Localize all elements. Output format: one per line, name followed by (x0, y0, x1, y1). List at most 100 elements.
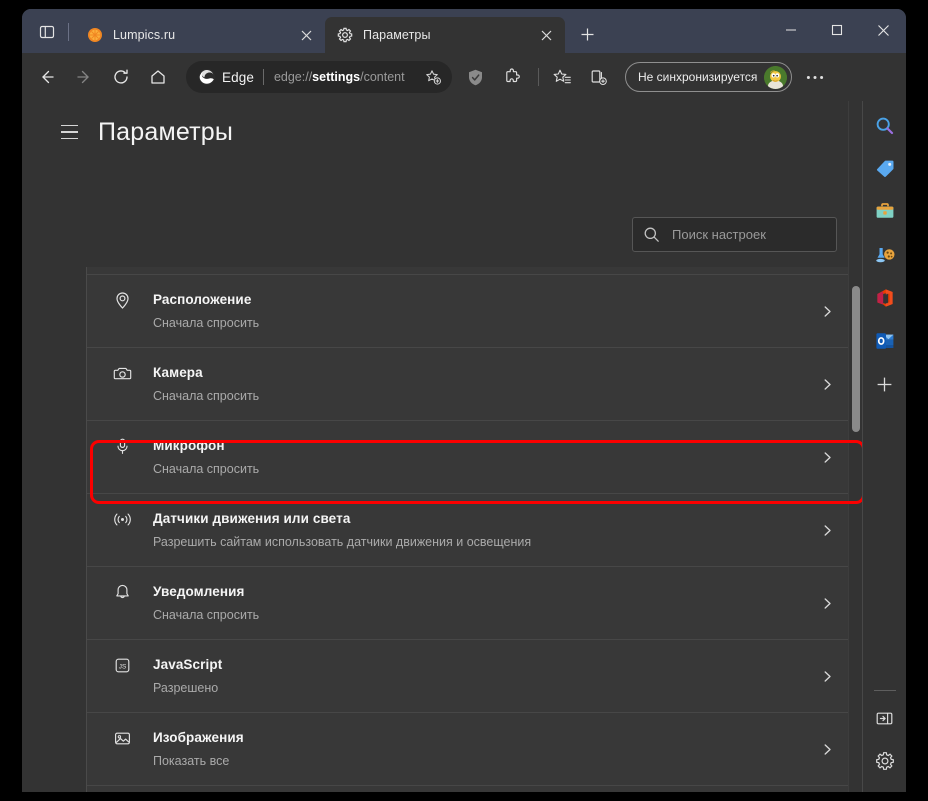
profile-sync-button[interactable]: Не синхронизируется (625, 62, 793, 92)
sidebar-settings-button[interactable] (868, 744, 902, 778)
settings-row-subtitle: Сначала спросить (153, 316, 260, 330)
settings-row-text: JavaScript Разрешено (153, 657, 813, 695)
chevron-right-icon[interactable] (813, 378, 841, 391)
sidebar-bottom-group (868, 686, 902, 792)
settings-row-motion-sensors[interactable]: Датчики движения или света Разрешить сай… (87, 494, 862, 567)
browser-toolbar: Edge edge://settings/content Не синхрони… (22, 53, 906, 101)
home-button[interactable] (141, 60, 175, 94)
tab-strip-divider (68, 23, 69, 41)
browser-window: Lumpics.ru Параметры Edge edge://setting… (22, 9, 906, 792)
page-scrollbar[interactable] (848, 101, 862, 792)
tab-close-button[interactable] (295, 24, 317, 46)
toolbar-divider (538, 68, 539, 86)
maximize-icon (831, 24, 843, 36)
location-pin-icon (107, 291, 153, 310)
minimize-icon (785, 24, 797, 36)
image-icon (107, 729, 153, 748)
refresh-icon (112, 68, 130, 86)
settings-row-subtitle: Разрешено (153, 681, 219, 695)
favorites-button[interactable] (545, 60, 579, 94)
add-favorite-button[interactable] (420, 64, 446, 90)
settings-row-text: Микрофон Сначала спросить (153, 438, 813, 476)
collections-icon (590, 68, 609, 87)
extensions-button[interactable] (495, 60, 529, 94)
tab-close-button[interactable] (535, 24, 557, 46)
sidebar-tools-button[interactable] (868, 195, 902, 229)
scrollbar-thumb[interactable] (852, 286, 860, 432)
sidebar-games-button[interactable] (868, 238, 902, 272)
javascript-icon: JS (107, 656, 153, 675)
settings-header: Параметры (22, 101, 862, 163)
chevron-right-icon[interactable] (813, 451, 841, 464)
extensions-puzzle-icon (503, 68, 522, 87)
settings-row-subtitle: Сначала спросить (153, 608, 260, 622)
bell-notification-icon (107, 583, 153, 602)
settings-row-title: Расположение (153, 292, 252, 307)
address-divider (262, 69, 264, 85)
tab-lumpics[interactable]: Lumpics.ru (75, 17, 325, 53)
gear-favicon (336, 27, 353, 44)
address-url-text: edge://settings/content (274, 70, 420, 84)
settings-row-title: Изображения (153, 730, 244, 745)
settings-search-box[interactable] (632, 217, 848, 252)
home-icon (149, 68, 167, 86)
tab-search-button[interactable] (30, 15, 64, 49)
sidebar-search-button[interactable] (868, 109, 902, 143)
sidebar-games-icon (874, 244, 896, 266)
maximize-button[interactable] (814, 9, 860, 51)
settings-row-notifications[interactable]: Уведомления Сначала спросить (87, 567, 862, 640)
svg-text:JS: JS (119, 663, 126, 670)
sidebar-outlook-button[interactable] (868, 324, 902, 358)
url-suffix: /content (360, 70, 405, 84)
search-icon (643, 226, 661, 243)
sidebar-office-icon (874, 287, 896, 309)
more-options-button[interactable] (798, 60, 832, 94)
hamburger-menu-icon[interactable] (54, 117, 84, 147)
tracking-prevention-button[interactable] (458, 60, 492, 94)
close-icon (877, 24, 890, 37)
sidebar-tools-icon (874, 201, 896, 223)
sidebar-toggle-panel-button[interactable] (868, 701, 902, 735)
address-bar[interactable]: Edge edge://settings/content (186, 61, 452, 93)
settings-row-subtitle: Показать все (153, 754, 230, 768)
sidebar-toggle-panel-icon (875, 709, 894, 728)
settings-row-subtitle: Разрешить сайтам использовать датчики дв… (153, 535, 532, 549)
refresh-button[interactable] (104, 60, 138, 94)
settings-row-popups[interactable]: Всплывающие окна и перенаправления Забло… (87, 786, 862, 792)
settings-row-text: Камера Сначала спросить (153, 365, 813, 403)
chevron-right-icon[interactable] (813, 670, 841, 683)
settings-row-javascript[interactable]: JS JavaScript Разрешено (87, 640, 862, 713)
sidebar-office-button[interactable] (868, 281, 902, 315)
settings-row-microphone[interactable]: Микрофон Сначала спросить (87, 421, 862, 494)
address-brand-label: Edge (222, 69, 254, 85)
window-controls (768, 9, 906, 51)
sidebar-shopping-button[interactable] (868, 152, 902, 186)
browser-body: Параметры Поиск настроек Расположение Сн… (22, 101, 906, 792)
settings-row-title: JavaScript (153, 657, 223, 672)
tab-title: Параметры (363, 28, 431, 42)
sidebar-add-button[interactable] (868, 367, 902, 401)
more-options-icon (806, 75, 824, 80)
chevron-right-icon[interactable] (813, 743, 841, 756)
chevron-right-icon[interactable] (813, 597, 841, 610)
settings-row-images[interactable]: Изображения Показать все (87, 713, 862, 786)
minimize-button[interactable] (768, 9, 814, 51)
settings-search-input[interactable] (672, 227, 848, 242)
sidebar-shopping-tag-icon (874, 158, 896, 180)
new-tab-button[interactable] (572, 19, 602, 49)
back-button[interactable] (30, 60, 64, 94)
settings-row-location[interactable]: Расположение Сначала спросить (87, 275, 862, 348)
chevron-right-icon[interactable] (813, 305, 841, 318)
chevron-right-icon[interactable] (813, 524, 841, 537)
forward-button[interactable] (67, 60, 101, 94)
tab-parametry[interactable]: Параметры (325, 17, 565, 53)
collections-button[interactable] (582, 60, 616, 94)
sidebar-divider (873, 690, 896, 691)
url-highlight: settings (312, 70, 361, 84)
tab-search-icon (39, 24, 55, 40)
settings-row-camera[interactable]: Камера Сначала спросить (87, 348, 862, 421)
settings-row-title: Камера (153, 365, 203, 380)
close-button[interactable] (860, 9, 906, 51)
tab-title: Lumpics.ru (113, 28, 176, 42)
add-favorite-star-icon (425, 69, 442, 86)
